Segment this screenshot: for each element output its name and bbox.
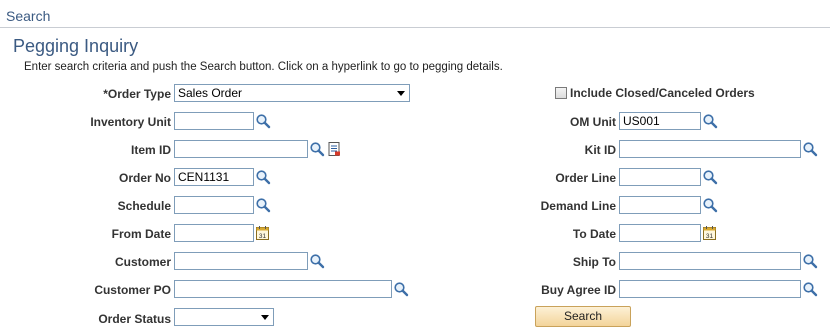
schedule-label: Schedule	[117, 199, 171, 213]
buy-agree-id-label: Buy Agree ID	[541, 283, 616, 297]
include-closed-label: Include Closed/Canceled Orders	[570, 86, 755, 100]
buy-agree-id-lookup-icon[interactable]	[802, 281, 818, 297]
order-line-field[interactable]	[619, 168, 701, 186]
order-line-label: Order Line	[555, 171, 616, 185]
page-title: Pegging Inquiry	[13, 36, 139, 56]
demand-line-lookup-icon[interactable]	[702, 197, 718, 213]
customer-po-field[interactable]	[174, 280, 392, 298]
kit-id-lookup-icon[interactable]	[802, 141, 818, 157]
item-id-field[interactable]	[174, 140, 308, 158]
to-date-calendar-icon[interactable]	[702, 225, 718, 241]
from-date-label: From Date	[111, 227, 171, 241]
demand-line-field[interactable]	[619, 196, 701, 214]
order-status-select[interactable]	[174, 308, 274, 326]
kit-id-label: Kit ID	[584, 143, 616, 157]
item-id-label: Item ID	[130, 143, 171, 157]
ship-to-field[interactable]	[619, 252, 801, 270]
chevron-down-icon	[397, 91, 405, 96]
customer-po-lookup-icon[interactable]	[393, 281, 409, 297]
order-no-lookup-icon[interactable]	[255, 169, 271, 185]
order-type-label: *Order Type	[103, 87, 171, 101]
from-date-field[interactable]	[174, 224, 254, 242]
instructions: Enter search criteria and push the Searc…	[24, 61, 503, 73]
customer-label: Customer	[114, 255, 171, 269]
page-header: Search	[0, 0, 830, 28]
ship-to-label: Ship To	[572, 255, 616, 269]
item-id-lookup-icon[interactable]	[309, 141, 325, 157]
om-unit-field[interactable]: US001	[619, 112, 701, 130]
order-status-label: Order Status	[98, 312, 171, 326]
to-date-field[interactable]	[619, 224, 701, 242]
order-line-lookup-icon[interactable]	[702, 169, 718, 185]
om-unit-label: OM Unit	[570, 115, 616, 129]
customer-field[interactable]	[174, 252, 308, 270]
include-closed-checkbox[interactable]	[555, 87, 567, 99]
ship-to-lookup-icon[interactable]	[802, 253, 818, 269]
demand-line-label: Demand Line	[540, 199, 616, 213]
schedule-field[interactable]	[174, 196, 254, 214]
schedule-lookup-icon[interactable]	[255, 197, 271, 213]
header-title: Search	[6, 8, 51, 24]
om-unit-lookup-icon[interactable]	[702, 113, 718, 129]
chevron-down-icon	[261, 315, 269, 320]
customer-lookup-icon[interactable]	[309, 253, 325, 269]
order-no-field[interactable]: CEN1131	[174, 168, 254, 186]
search-button[interactable]: Search	[535, 306, 631, 327]
from-date-calendar-icon[interactable]	[255, 225, 271, 241]
buy-agree-id-field[interactable]	[619, 280, 801, 298]
order-no-label: Order No	[118, 171, 171, 185]
customer-po-label: Customer PO	[94, 283, 171, 297]
kit-id-field[interactable]	[619, 140, 801, 158]
item-detail-icon[interactable]	[326, 141, 342, 157]
order-type-select[interactable]: Sales Order	[174, 84, 410, 102]
order-type-value: Sales Order	[178, 86, 243, 100]
inventory-unit-lookup-icon[interactable]	[255, 113, 271, 129]
inventory-unit-field[interactable]	[174, 112, 254, 130]
to-date-label: To Date	[572, 227, 616, 241]
inventory-unit-label: Inventory Unit	[90, 115, 171, 129]
